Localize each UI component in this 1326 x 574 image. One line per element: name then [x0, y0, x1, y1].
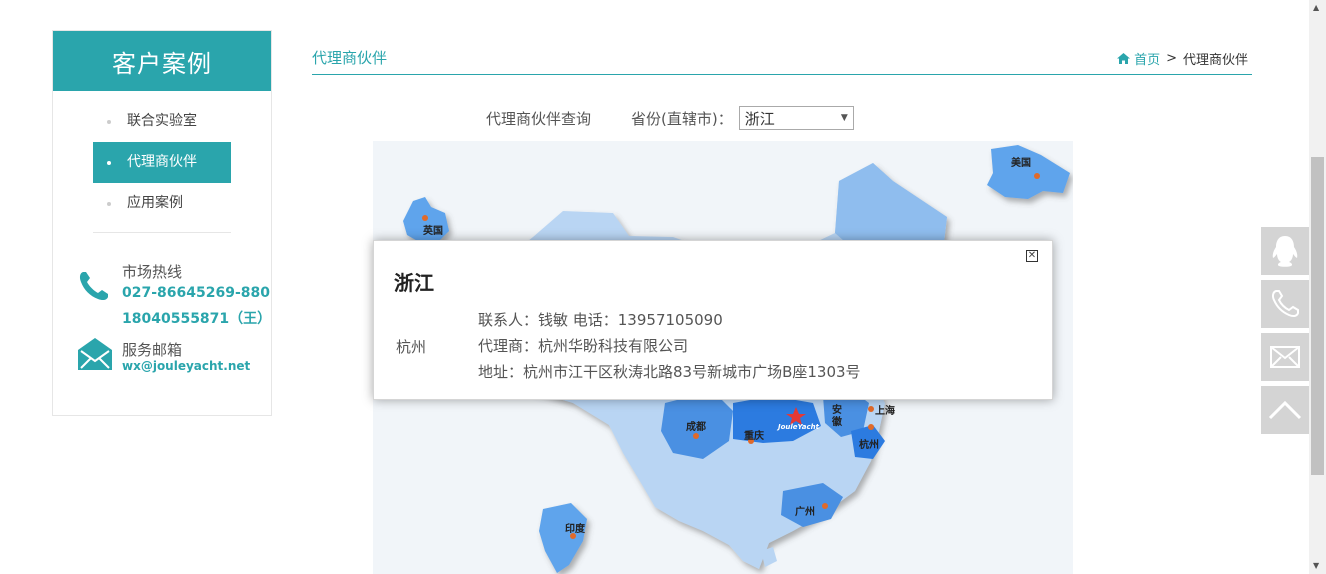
phone-icon [1271, 290, 1299, 318]
popup-contact: 联系人：钱敏 电话：13957105090 [478, 311, 723, 329]
breadcrumb-current: 代理商伙伴 [1182, 53, 1248, 68]
province-select[interactable]: 浙江 ▼ [738, 106, 854, 130]
popup-city: 杭州 [396, 338, 427, 356]
map-label-uk: 英国 [423, 226, 443, 237]
qq-icon [1272, 236, 1298, 267]
float-mail-button[interactable] [1261, 333, 1309, 381]
page-scrollbar[interactable]: ▲ ▼ [1309, 0, 1326, 574]
mail-icon [78, 338, 112, 370]
hotline-number-2: 18040555871（王） [122, 311, 272, 327]
email-label: 服务邮箱 [122, 341, 183, 359]
popup-address: 地址：杭州市江干区秋涛北路83号新城市广场B座1303号 [478, 363, 861, 381]
map-label-chengdu: 成都 [686, 422, 706, 433]
hotline-number-1: 027-86645269-880 [122, 285, 270, 301]
phone-icon [79, 272, 108, 301]
float-top-button[interactable] [1261, 386, 1309, 434]
close-icon[interactable]: ✕ [1026, 250, 1038, 262]
agent-info-popup: ✕ 浙江 杭州 联系人：钱敏 电话：13957105090 代理商：杭州华盼科技… [373, 240, 1053, 400]
province-label: 省份(直辖市)： [631, 109, 733, 128]
hotline-label: 市场热线 [122, 263, 183, 281]
float-qq-button[interactable] [1261, 227, 1309, 275]
map-label-anhui: 安 徽 [832, 405, 842, 428]
map-label-usa: 美国 [1011, 158, 1031, 169]
sidebar-item-agents[interactable]: 代理商伙伴 [93, 142, 231, 183]
sidebar-title: 客户案例 [53, 31, 271, 91]
sidebar: 客户案例 联合实验室 代理商伙伴 应用案例 市场热线 027-86645269-… [52, 30, 272, 416]
scroll-down-icon[interactable]: ▼ [1313, 561, 1319, 570]
home-icon [1117, 53, 1131, 64]
breadcrumb: 首页 > 代理商伙伴 [1117, 49, 1248, 68]
map-label-hangzhou: 杭州 [859, 440, 879, 451]
sidebar-item-cases[interactable]: 应用案例 [93, 183, 231, 224]
query-label: 代理商伙伴查询 [486, 109, 592, 128]
breadcrumb-home-label: 首页 [1134, 53, 1161, 68]
title-divider [312, 74, 1252, 75]
popup-province: 浙江 [394, 271, 434, 295]
agent-query-row: 代理商伙伴查询 省份(直辖市)： 浙江 ▼ [486, 106, 854, 130]
sidebar-menu: 联合实验室 代理商伙伴 应用案例 [93, 101, 231, 233]
mail-icon [1270, 346, 1300, 368]
page-title: 代理商伙伴 [312, 49, 388, 67]
province-select-value: 浙江 [744, 109, 775, 128]
arrow-up-icon [1268, 400, 1302, 420]
map-label-guangzhou: 广州 [795, 507, 815, 518]
map-label-shanghai: 上海 [875, 406, 895, 417]
sidebar-item-lab[interactable]: 联合实验室 [93, 101, 231, 142]
chevron-down-icon: ▼ [840, 113, 848, 123]
popup-agent: 代理商：杭州华盼科技有限公司 [478, 337, 689, 355]
breadcrumb-home-link[interactable]: 首页 [1117, 49, 1160, 68]
map-logo-label: JouleYacht [778, 423, 819, 431]
map-label-india: 印度 [565, 524, 585, 535]
map-region-india[interactable] [539, 503, 587, 573]
email-address[interactable]: wx@jouleyacht.net [122, 359, 250, 373]
float-phone-button[interactable] [1261, 280, 1309, 328]
breadcrumb-separator: > [1166, 51, 1177, 66]
scroll-up-icon[interactable]: ▲ [1313, 3, 1319, 12]
map-label-chongqing: 重庆 [744, 431, 764, 442]
scroll-thumb[interactable] [1311, 157, 1324, 475]
